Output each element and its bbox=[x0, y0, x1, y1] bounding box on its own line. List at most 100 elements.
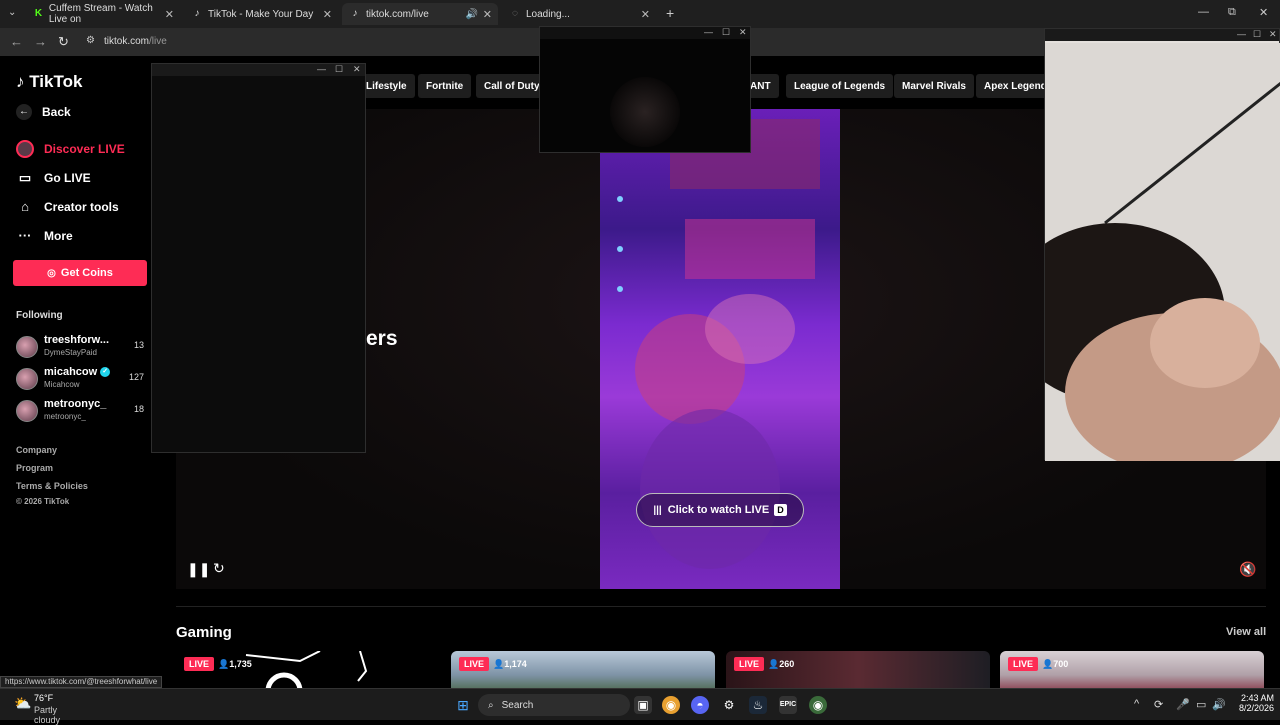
back-button[interactable]: ← Back bbox=[16, 104, 71, 120]
nav-label: Discover LIVE bbox=[44, 142, 125, 156]
category-fortnite[interactable]: Fortnite bbox=[418, 74, 472, 98]
sync-icon[interactable]: ⟳ bbox=[1154, 698, 1163, 711]
following-item[interactable]: treeshforw... DymeStayPaid 13 bbox=[16, 334, 148, 362]
minimize-icon[interactable]: — bbox=[1237, 29, 1246, 39]
settings-gear-icon[interactable]: ⚙ bbox=[720, 696, 738, 714]
mute-icon[interactable]: 🔇 bbox=[1239, 561, 1256, 578]
footer-link-program[interactable]: Program bbox=[16, 463, 53, 473]
maximize-icon[interactable]: ⧉ bbox=[1228, 6, 1236, 19]
minimize-icon[interactable]: — bbox=[1198, 6, 1209, 18]
window-title-bar[interactable] bbox=[540, 27, 750, 39]
tab-search-chevron-icon[interactable]: ⌄ bbox=[8, 7, 16, 18]
clock-time: 2:43 AM bbox=[1240, 693, 1274, 703]
live-card[interactable]: LIVE 👤 1,735 bbox=[176, 651, 440, 688]
watch-label: Click to watch LIVE bbox=[667, 504, 770, 516]
speaker-icon[interactable]: 🔊 bbox=[466, 9, 478, 20]
following-item[interactable]: metroonyc_ metroonyc_ 18 bbox=[16, 398, 148, 426]
network-icon[interactable]: ▭ bbox=[1196, 698, 1206, 711]
footer-link-company[interactable]: Company bbox=[16, 445, 57, 455]
close-icon[interactable]: ✕ bbox=[1269, 29, 1277, 40]
live-avatar-icon bbox=[16, 140, 34, 158]
get-coins-button[interactable]: ◎ Get Coins bbox=[13, 260, 147, 286]
clock[interactable]: 2:43 AM 8/2/2026 bbox=[1228, 693, 1274, 713]
maximize-icon[interactable]: ☐ bbox=[722, 27, 730, 38]
following-name: treeshforw... bbox=[44, 334, 109, 346]
following-label: Following bbox=[16, 310, 63, 321]
tab-loading[interactable]: ◌ Loading... ✕ bbox=[502, 3, 656, 25]
live-card[interactable]: LIVE 👤 700 bbox=[1000, 651, 1264, 688]
windows-taskbar: ⛅ 76°F Partly cloudy ⊞ ⌕ Search ▣ ◉ ◓ ⚙ … bbox=[0, 688, 1280, 725]
avatar bbox=[16, 368, 38, 390]
view-all-link[interactable]: View all bbox=[1226, 626, 1266, 638]
tab-tiktok-live[interactable]: ♪ tiktok.com/live 🔊 ✕ bbox=[342, 3, 498, 25]
floating-window-webcam-dark[interactable]: — ☐ ✕ bbox=[539, 26, 751, 153]
close-icon[interactable]: ✕ bbox=[323, 8, 332, 21]
tray-chevron-icon[interactable]: ^ bbox=[1134, 698, 1139, 710]
task-view-icon[interactable]: ▣ bbox=[634, 696, 652, 714]
forward-arrow-icon[interactable]: → bbox=[34, 34, 47, 49]
epic-games-icon[interactable]: EPIC bbox=[779, 696, 797, 714]
sidebar-item-creator-tools[interactable]: ⌂ Creator tools bbox=[16, 199, 119, 214]
sidebar-item-more[interactable]: ··· More bbox=[16, 228, 73, 243]
close-window-icon[interactable]: ✕ bbox=[1259, 6, 1268, 19]
viewer-count: 18 bbox=[133, 404, 144, 414]
loading-icon: ◌ bbox=[512, 8, 518, 19]
maximize-icon[interactable]: ☐ bbox=[335, 64, 343, 75]
sidebar-item-go-live[interactable]: ▭ Go LIVE bbox=[16, 170, 91, 186]
site-info-icon[interactable]: ⚙ bbox=[86, 35, 95, 46]
close-icon[interactable]: ✕ bbox=[353, 64, 361, 75]
tab-title: Cuffem Stream - Watch Live on bbox=[48, 3, 153, 25]
category-call-of-duty[interactable]: Call of Duty bbox=[476, 74, 548, 98]
footer-link-terms[interactable]: Terms & Policies bbox=[16, 481, 88, 491]
discord-icon[interactable]: ◓ bbox=[691, 696, 709, 714]
volume-icon[interactable]: 🔊 bbox=[1212, 698, 1226, 711]
close-icon[interactable]: ✕ bbox=[739, 27, 747, 38]
sidebar-item-discover-live[interactable]: Discover LIVE bbox=[16, 140, 125, 158]
taskbar-search[interactable]: ⌕ Search bbox=[478, 694, 630, 716]
refresh-icon[interactable]: ↻ bbox=[213, 560, 225, 577]
live-badge: LIVE 👤 700 bbox=[1008, 657, 1068, 671]
live-card[interactable]: LIVE 👤 260 bbox=[726, 651, 990, 688]
windows-start-icon[interactable]: ⊞ bbox=[454, 696, 472, 714]
close-icon[interactable]: ✕ bbox=[483, 8, 492, 21]
url-field[interactable]: tiktok.com/live bbox=[104, 36, 167, 47]
viewer-count: 1,735 bbox=[229, 659, 252, 669]
click-to-watch-live-button[interactable]: ||| Click to watch LIVE D bbox=[636, 493, 804, 527]
steam-icon[interactable]: ♨ bbox=[749, 696, 767, 714]
microphone-icon[interactable]: 🎤 bbox=[1176, 698, 1190, 711]
close-icon[interactable]: ✕ bbox=[641, 8, 650, 21]
minimize-icon[interactable]: — bbox=[704, 27, 713, 37]
tab-cuffem[interactable]: K Cuffem Stream - Watch Live on ✕ bbox=[26, 3, 180, 25]
category-marvel-rivals[interactable]: Marvel Rivals bbox=[894, 74, 974, 98]
tiktok-icon: ♪ bbox=[352, 8, 358, 19]
minimize-icon[interactable]: — bbox=[317, 64, 326, 74]
live-badge: LIVE 👤 1,174 bbox=[459, 657, 527, 671]
weather-icon: ⛅ bbox=[14, 695, 32, 711]
new-tab-plus-icon[interactable]: + bbox=[666, 5, 674, 21]
search-label: Search bbox=[501, 699, 534, 711]
live-card[interactable]: LIVE 👤 1,174 bbox=[451, 651, 715, 688]
tab-tiktok-home[interactable]: ♪ TikTok - Make Your Day ✕ bbox=[184, 3, 338, 25]
viewer-count: 127 bbox=[128, 372, 144, 382]
live-bars-icon: ||| bbox=[653, 504, 662, 516]
back-arrow-icon[interactable]: ← bbox=[10, 34, 23, 49]
close-icon[interactable]: ✕ bbox=[165, 8, 174, 21]
tiktok-icon: ♪ bbox=[194, 8, 200, 19]
chrome-icon[interactable]: ◉ bbox=[662, 696, 680, 714]
viewer-count: 1,174 bbox=[504, 659, 527, 669]
hero-title: ers bbox=[366, 327, 398, 350]
url-path: /live bbox=[149, 36, 167, 47]
window-title-bar[interactable] bbox=[152, 64, 365, 76]
category-lifestyle[interactable]: Lifestyle bbox=[358, 74, 415, 98]
floating-window-webcam[interactable]: — ☐ ✕ bbox=[1044, 28, 1280, 461]
following-item[interactable]: micahcow ✓ Micahcow 127 bbox=[16, 366, 148, 394]
category-league-of-legends[interactable]: League of Legends bbox=[786, 74, 894, 98]
tiktok-logo[interactable]: ♪ TikTok bbox=[16, 72, 82, 92]
floating-window-blank[interactable]: — ☐ ✕ bbox=[151, 63, 366, 453]
chrome-active-icon[interactable]: ◉ bbox=[809, 696, 827, 714]
get-coins-label: Get Coins bbox=[60, 267, 113, 279]
pause-icon[interactable]: ❚❚ bbox=[187, 561, 210, 578]
tab-title: tiktok.com/live bbox=[366, 8, 429, 20]
reload-icon[interactable]: ↻ bbox=[58, 34, 69, 50]
maximize-icon[interactable]: ☐ bbox=[1253, 29, 1261, 40]
